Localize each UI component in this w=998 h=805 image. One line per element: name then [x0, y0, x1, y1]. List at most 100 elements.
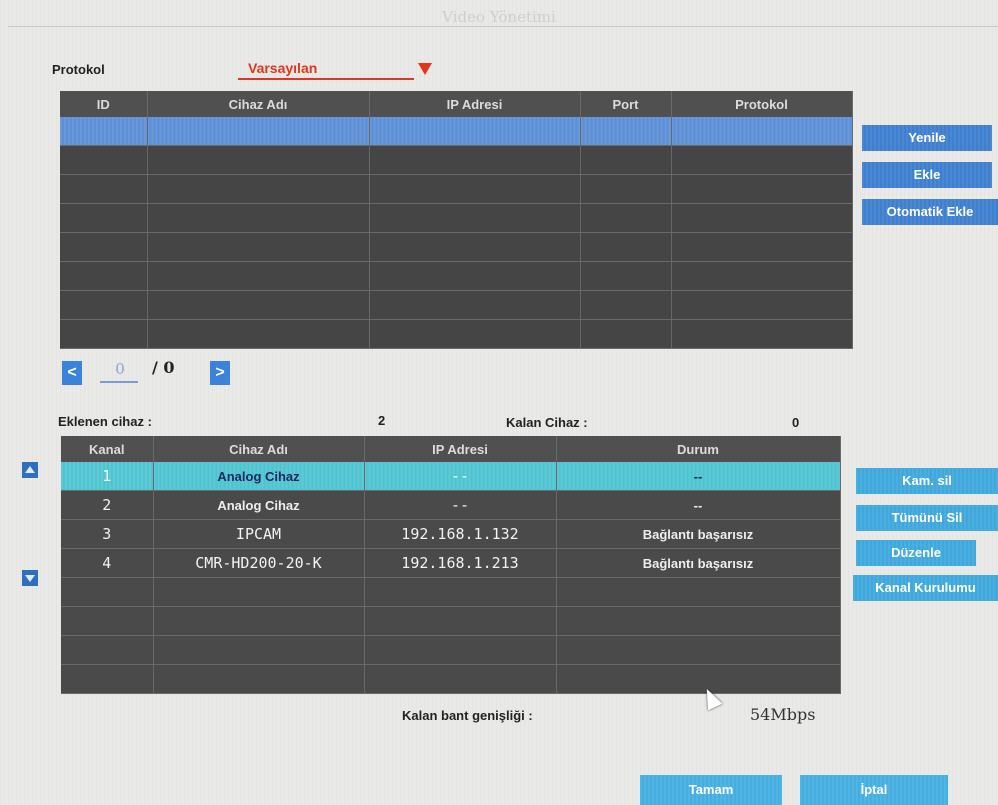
search-table-cell [147, 290, 370, 320]
channel-cell-name [153, 577, 365, 607]
channel-cell-ip [364, 635, 557, 665]
channel-cell-channel [61, 606, 154, 636]
search-table-cell [60, 145, 148, 175]
channel-cell-status: -- [556, 462, 841, 491]
protocol-label: Protokol [52, 62, 105, 77]
window-title: Video Yönetimi [442, 8, 556, 26]
search-table-row[interactable] [60, 203, 853, 233]
channel-table-row[interactable]: 1 Analog Cihaz -- -- [61, 462, 841, 491]
channel-cell-status [556, 635, 841, 665]
page-current-input[interactable]: 0 [102, 360, 138, 378]
channel-cell-name [153, 664, 365, 694]
search-table-cell [671, 261, 853, 291]
channel-cell-name: Analog Cihaz [153, 462, 365, 491]
search-table-cell [580, 117, 672, 146]
scroll-up-button[interactable] [22, 462, 38, 478]
header-channel: Kanal [61, 436, 154, 462]
title-divider [8, 26, 998, 27]
search-table-cell [369, 117, 581, 146]
search-table-cell [147, 319, 370, 349]
channel-table-row[interactable] [61, 635, 841, 665]
search-table-row[interactable] [60, 232, 853, 262]
cancel-button[interactable]: İptal [800, 775, 948, 805]
search-table-cell [369, 174, 581, 204]
search-table-row[interactable] [60, 261, 853, 291]
search-table-cell [580, 290, 672, 320]
search-table-row[interactable] [60, 117, 853, 146]
delete-camera-button[interactable]: Kam. sil [856, 468, 998, 494]
channel-cell-name [153, 635, 365, 665]
search-table-cell [671, 232, 853, 262]
header-status: Durum [556, 436, 841, 462]
search-table-cell [580, 203, 672, 233]
channel-cell-ip [364, 664, 557, 694]
search-table-cell [147, 174, 370, 204]
search-table-cell [369, 145, 581, 175]
channel-table-row[interactable]: 3 IPCAM 192.168.1.132 Bağlantı başarısız [61, 519, 841, 549]
search-table-cell [60, 232, 148, 262]
search-table-row[interactable] [60, 319, 853, 349]
search-table-cell [60, 290, 148, 320]
header-device-name: Cihaz Adı [153, 436, 365, 462]
channel-cell-ip: 192.168.1.213 [364, 548, 557, 578]
channel-cell-ip [364, 577, 557, 607]
scroll-down-button[interactable] [22, 570, 38, 586]
search-table-cell [580, 261, 672, 291]
search-table-header: ID Cihaz Adı IP Adresi Port Protokol [60, 91, 853, 117]
auto-add-button[interactable]: Otomatik Ekle [862, 199, 998, 225]
add-button[interactable]: Ekle [862, 162, 992, 188]
channel-cell-channel [61, 635, 154, 665]
search-table-row[interactable] [60, 145, 853, 175]
channel-cell-name: Analog Cihaz [153, 490, 365, 520]
channel-table-row[interactable] [61, 664, 841, 694]
header-port: Port [580, 91, 672, 117]
search-table-row[interactable] [60, 290, 853, 320]
channel-cell-channel [61, 664, 154, 694]
added-devices-value: 2 [378, 413, 386, 428]
header-device-name: Cihaz Adı [147, 91, 370, 117]
next-page-button[interactable]: > [210, 361, 230, 385]
search-table-cell [671, 117, 853, 146]
search-table-cell [60, 261, 148, 291]
protocol-value: Varsayılan [248, 60, 318, 76]
prev-page-button[interactable]: < [62, 361, 82, 385]
edit-button[interactable]: Düzenle [856, 540, 976, 566]
channel-cell-status [556, 577, 841, 607]
search-table-cell [60, 117, 148, 146]
channel-table-row[interactable] [61, 606, 841, 636]
remaining-devices-label: Kalan Cihaz : [506, 415, 588, 430]
channel-cell-name: IPCAM [153, 519, 365, 549]
search-table-cell [580, 174, 672, 204]
channel-cell-ip: 192.168.1.132 [364, 519, 557, 549]
refresh-button[interactable]: Yenile [862, 125, 992, 151]
channel-table-row[interactable] [61, 577, 841, 607]
search-table-row[interactable] [60, 174, 853, 204]
search-table-cell [671, 145, 853, 175]
protocol-underline [238, 78, 414, 80]
ok-button[interactable]: Tamam [640, 775, 782, 805]
remaining-devices-value: 0 [792, 415, 800, 430]
search-table-cell [671, 319, 853, 349]
channel-table-row[interactable]: 2 Analog Cihaz -- -- [61, 490, 841, 520]
delete-all-button[interactable]: Tümünü Sil [856, 505, 998, 531]
channel-table-row[interactable]: 4 CMR-HD200-20-K 192.168.1.213 Bağlantı baş… [61, 548, 841, 578]
search-table-cell [60, 319, 148, 349]
channel-cell-ip: -- [364, 490, 557, 520]
search-table-cell [580, 145, 672, 175]
chevron-down-icon[interactable] [418, 63, 432, 75]
search-table-cell [671, 203, 853, 233]
search-table-cell [369, 319, 581, 349]
search-table-cell [580, 319, 672, 349]
channel-cell-ip [364, 606, 557, 636]
search-table-cell [369, 290, 581, 320]
search-table-cell [369, 203, 581, 233]
page-total: / 0 [152, 358, 175, 377]
protocol-dropdown[interactable]: Varsayılan [238, 58, 432, 80]
added-devices-label: Eklenen cihaz : [58, 414, 152, 429]
channel-cell-status: Bağlantı başarısız [556, 548, 841, 578]
channel-cell-channel [61, 577, 154, 607]
channel-table: Kanal Cihaz Adı IP Adresi Durum 1 Analog … [61, 436, 841, 694]
channel-setup-button[interactable]: Kanal Kurulumu [853, 575, 998, 601]
header-id: ID [60, 91, 148, 117]
remaining-bandwidth-value: 54Mbps [750, 705, 816, 724]
